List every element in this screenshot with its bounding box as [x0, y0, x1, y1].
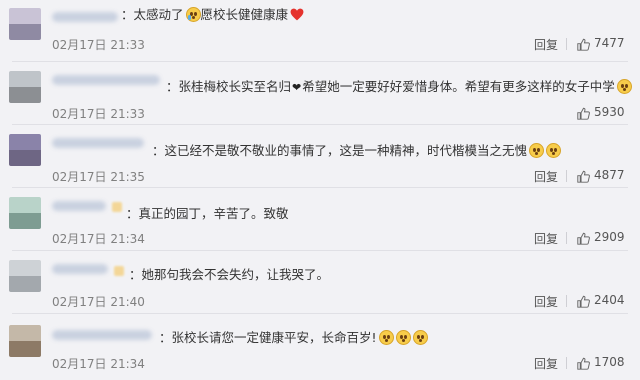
- thumbs-up-icon[interactable]: [577, 357, 590, 370]
- username-blurred[interactable]: [52, 138, 144, 148]
- black-heart-icon: ❤: [292, 81, 302, 94]
- avatar-top: [9, 325, 41, 341]
- avatar[interactable]: [9, 260, 41, 292]
- comment-text: ：她那句我会不会失约，让我哭了。: [129, 267, 330, 282]
- crying-emoji-icon: [185, 7, 201, 22]
- separator: [566, 38, 567, 50]
- comment-text: ：真正的园丁，辛苦了。致敬: [126, 206, 289, 221]
- comment-item: ：她那句我会不会失约，让我哭了。 02月17日 21:40 回复 2404: [0, 252, 640, 314]
- timestamp: 02月17日 21:40: [52, 295, 145, 309]
- avatar-bottom: [9, 24, 41, 40]
- timestamp: 02月17日 21:33: [52, 38, 145, 52]
- comment-text: ：张校长请您一定健康平安，长命百岁!: [159, 329, 428, 347]
- like-count: 1708: [594, 355, 625, 369]
- separator: [566, 232, 567, 244]
- timestamp: 02月17日 21:34: [52, 232, 145, 246]
- vip-badge: [114, 266, 124, 276]
- comment-item: ：真正的园丁，辛苦了。致敬 02月17日 21:34 回复 2909: [0, 189, 640, 251]
- avatar[interactable]: [9, 134, 41, 166]
- separator: [566, 295, 567, 307]
- comment-item: ：张桂梅校长实至名归❤希望她一定要好好爱惜身体。希望有更多这样的女子中学 02月…: [0, 63, 640, 125]
- reply-button[interactable]: 回复: [534, 168, 558, 185]
- thumbs-up-icon[interactable]: [577, 170, 590, 183]
- separator: [566, 170, 567, 182]
- like-count: 4877: [594, 168, 625, 182]
- reply-button[interactable]: 回复: [534, 230, 558, 247]
- divider: [12, 313, 628, 314]
- avatar-bottom: [9, 341, 41, 357]
- timestamp: 02月17日 21:35: [52, 170, 145, 184]
- comment-text: ：太感动了 愿校长健健康康: [121, 6, 304, 24]
- reply-button[interactable]: 回复: [534, 36, 558, 53]
- comment-item: ：这已经不是敬不敬业的事情了，这是一种精神，时代楷模当之无愧 02月17日 21…: [0, 126, 640, 188]
- username-blurred[interactable]: [52, 75, 160, 85]
- comment-text: ：这已经不是敬不敬业的事情了，这是一种精神，时代楷模当之无愧: [152, 142, 562, 160]
- pleading-emoji-icon: [378, 330, 394, 345]
- like-count: 2404: [594, 293, 625, 307]
- reply-button[interactable]: 回复: [534, 293, 558, 310]
- divider: [12, 187, 628, 188]
- divider: [12, 250, 628, 251]
- username-blurred[interactable]: [52, 330, 152, 340]
- avatar-top: [9, 197, 41, 213]
- like-count: 5930: [594, 105, 625, 119]
- avatar-bottom: [9, 150, 41, 166]
- pleading-emoji-icon: [546, 143, 562, 158]
- comment-text: ：张桂梅校长实至名归❤希望她一定要好好爱惜身体。希望有更多这样的女子中学: [166, 78, 632, 97]
- avatar-bottom: [9, 87, 41, 103]
- pleading-emoji-icon: [395, 330, 411, 345]
- timestamp: 02月17日 21:33: [52, 107, 145, 121]
- pleading-emoji-icon: [616, 79, 632, 94]
- separator: [566, 357, 567, 369]
- comment-item: ：张校长请您一定健康平安，长命百岁! 02月17日 21:34 回复 1708: [0, 315, 640, 380]
- avatar-top: [9, 260, 41, 276]
- username-blurred[interactable]: [52, 264, 108, 274]
- reply-button[interactable]: 回复: [534, 355, 558, 372]
- avatar[interactable]: [9, 197, 41, 229]
- username-blurred[interactable]: [52, 201, 106, 211]
- avatar-bottom: [9, 213, 41, 229]
- avatar[interactable]: [9, 8, 41, 40]
- thumbs-up-icon[interactable]: [577, 295, 590, 308]
- thumbs-up-icon[interactable]: [577, 107, 590, 120]
- comment-item: ：太感动了 愿校长健健康康 02月17日 21:33 回复 7477: [0, 0, 640, 62]
- avatar-top: [9, 71, 41, 87]
- red-heart-icon: [290, 8, 304, 21]
- thumbs-up-icon[interactable]: [577, 232, 590, 245]
- avatar[interactable]: [9, 71, 41, 103]
- avatar-top: [9, 134, 41, 150]
- comment-list: ：太感动了 愿校长健健康康 02月17日 21:33 回复 7477 ：张桂梅校长…: [0, 0, 640, 380]
- avatar-bottom: [9, 276, 41, 292]
- like-count: 2909: [594, 230, 625, 244]
- timestamp: 02月17日 21:34: [52, 357, 145, 371]
- username-blurred[interactable]: [52, 12, 118, 22]
- pleading-emoji-icon: [529, 143, 545, 158]
- vip-badge: [112, 202, 122, 212]
- avatar-top: [9, 8, 41, 24]
- pleading-emoji-icon: [412, 330, 428, 345]
- divider: [12, 124, 628, 125]
- thumbs-up-icon[interactable]: [577, 38, 590, 51]
- divider: [12, 61, 628, 62]
- avatar[interactable]: [9, 325, 41, 357]
- like-count: 7477: [594, 36, 625, 50]
